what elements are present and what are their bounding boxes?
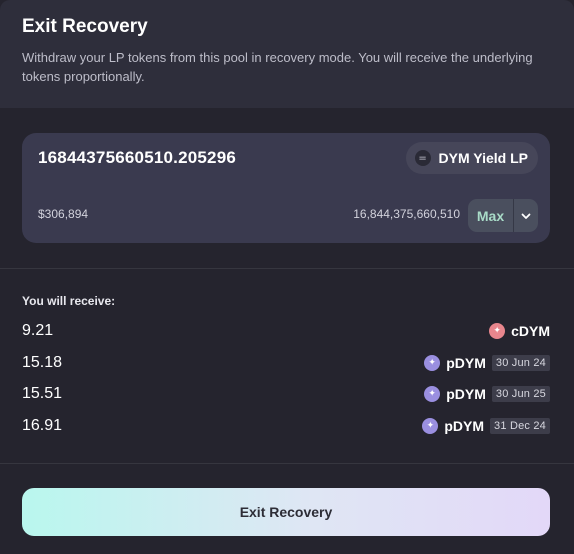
receive-amount: 15.18	[22, 354, 63, 371]
token-symbol: pDYM	[446, 355, 486, 371]
token-symbol: pDYM	[446, 386, 486, 402]
maturity-date-badge: 31 Dec 24	[490, 418, 550, 434]
chevron-down-icon	[521, 213, 531, 219]
pdym-token-icon: ✦	[424, 386, 441, 402]
receive-label: You will receive:	[22, 294, 116, 308]
receive-row: 16.91 ✦ pDYM 31 Dec 24	[22, 413, 550, 439]
token-info: ✦ pDYM 30 Jun 25	[424, 386, 550, 402]
header: Exit Recovery Withdraw your LP tokens fr…	[0, 0, 574, 108]
page-subtitle: Withdraw your LP tokens from this pool i…	[22, 50, 533, 84]
max-button[interactable]: Max	[468, 199, 513, 232]
token-info: ✦ pDYM 31 Dec 24	[422, 418, 550, 434]
receive-row: 9.21 ✦ cDYM	[22, 318, 550, 344]
divider	[0, 268, 574, 269]
token-info: ✦ pDYM 30 Jun 24	[424, 355, 550, 371]
cdym-token-icon: ✦	[489, 323, 506, 339]
max-button-group: Max	[468, 199, 538, 232]
token-label: DYM Yield LP	[438, 150, 528, 166]
amount-input[interactable]: 16844375660510.205296	[38, 148, 236, 168]
receive-row: 15.18 ✦ pDYM 30 Jun 24	[22, 350, 550, 376]
receive-row: 15.51 ✦ pDYM 30 Jun 25	[22, 381, 550, 407]
token-symbol: pDYM	[444, 418, 485, 434]
maturity-date-badge: 30 Jun 24	[491, 355, 550, 371]
balance-value: 16,844,375,660,510	[353, 207, 460, 221]
token-symbol: cDYM	[511, 323, 550, 339]
max-dropdown-button[interactable]	[514, 199, 538, 232]
receive-amount: 15.51	[22, 385, 63, 402]
receive-amount: 16.91	[22, 417, 63, 434]
token-selector[interactable]: = DYM Yield LP	[405, 142, 538, 174]
page-title: Exit Recovery	[22, 16, 148, 37]
receive-amount: 9.21	[22, 322, 54, 339]
exit-recovery-button[interactable]: Exit Recovery	[22, 488, 550, 536]
divider	[0, 463, 574, 464]
pdym-token-icon: ✦	[424, 355, 441, 371]
pdym-token-icon: ✦	[422, 418, 439, 434]
maturity-date-badge: 30 Jun 25	[491, 386, 550, 402]
token-info: ✦ cDYM	[489, 323, 550, 339]
usd-value: $306,894	[38, 207, 89, 221]
equals-icon: =	[414, 150, 431, 166]
amount-input-card: 16844375660510.205296 = DYM Yield LP $30…	[22, 133, 550, 243]
